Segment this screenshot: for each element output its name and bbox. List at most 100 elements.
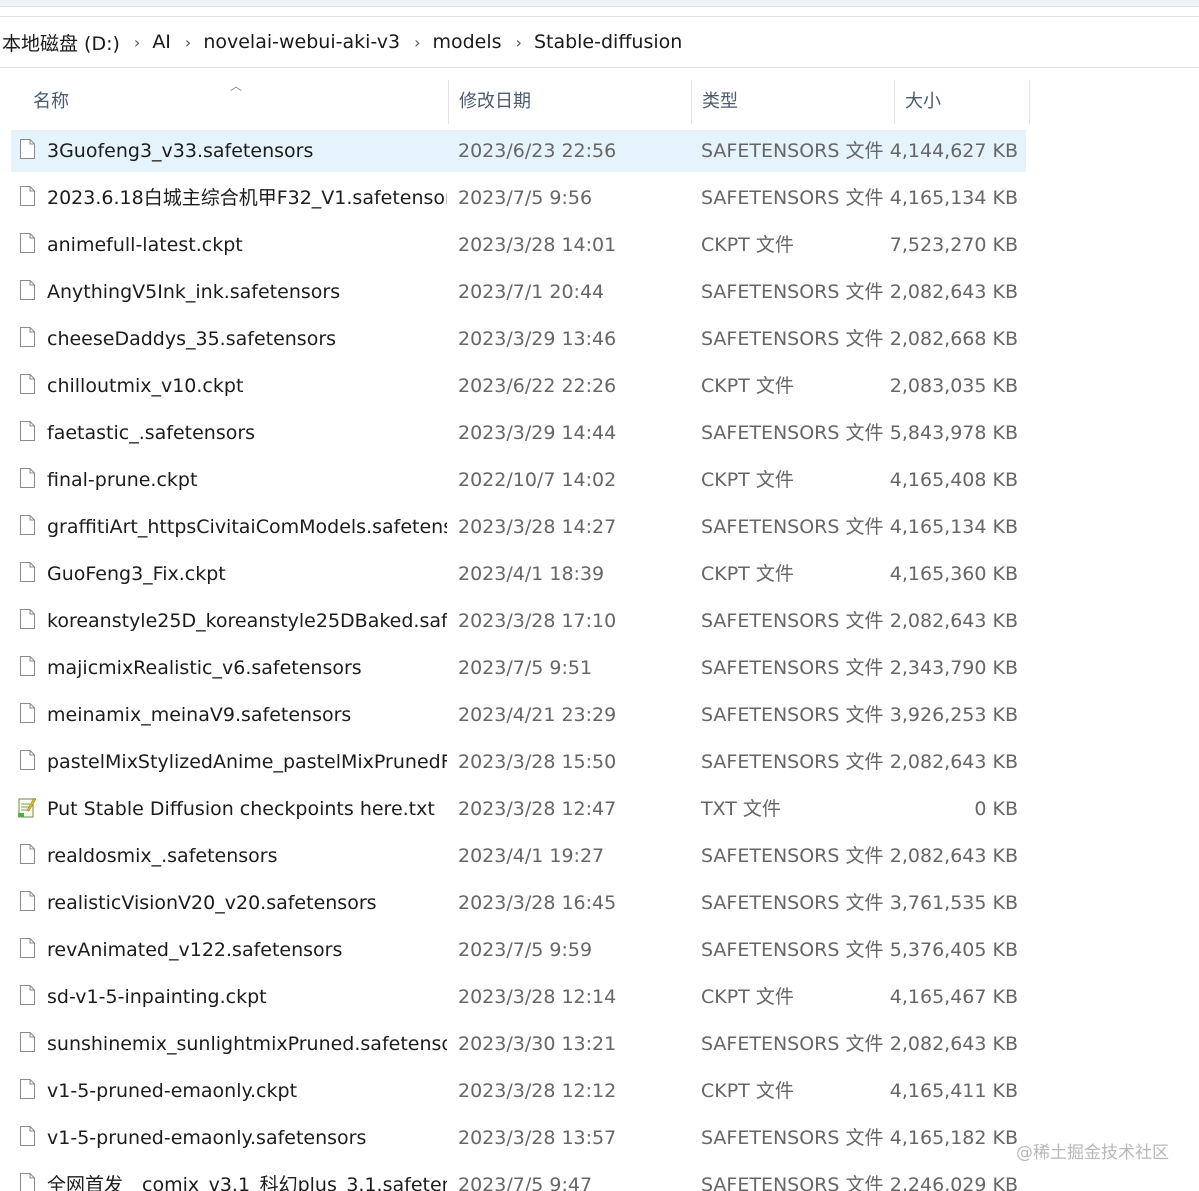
file-modified-date: 2023/4/1 19:27	[458, 845, 605, 867]
window-top-strip	[0, 0, 1199, 7]
file-name: faetastic_.safetensors	[47, 422, 256, 444]
file-row[interactable]: 3Guofeng3_v33.safetensors 2023/6/23 22:56…	[11, 130, 1026, 172]
file-type: SAFETENSORS 文件	[701, 1127, 884, 1149]
file-type: SAFETENSORS 文件	[701, 281, 884, 303]
file-row[interactable]: 全网首发__comix_v3.1_科幻plus_3.1.safetens... 2…	[11, 1164, 1026, 1191]
file-name: cheeseDaddys_35.safetensors	[47, 328, 337, 350]
file-row[interactable]: final-prune.ckpt 2022/10/7 14:02 CKPT 文件 4,…	[11, 459, 1026, 501]
file-row[interactable]: AnythingV5Ink_ink.safetensors 2023/7/1 20…	[11, 271, 1026, 313]
file-name: realdosmix_.safetensors	[47, 845, 278, 867]
file-modified-date: 2023/3/28 16:45	[458, 892, 617, 914]
file-modified-date: 2023/7/5 9:51	[458, 657, 593, 679]
file-icon	[20, 938, 35, 958]
file-modified-date: 2023/3/28 12:12	[458, 1080, 617, 1102]
file-icon	[20, 750, 35, 770]
file-icon	[20, 233, 35, 253]
file-name: Put Stable Diffusion checkpoints here.tx…	[47, 798, 435, 820]
file-size: 4,165,360 KB	[889, 563, 1018, 585]
file-type: SAFETENSORS 文件	[701, 751, 884, 773]
file-name: meinamix_meinaV9.safetensors	[47, 704, 352, 726]
file-modified-date: 2023/4/1 18:39	[458, 563, 605, 585]
file-modified-date: 2023/3/28 17:10	[458, 610, 617, 632]
file-row[interactable]: Put Stable Diffusion checkpoints here.tx…	[11, 788, 1026, 830]
file-size: 7,523,270 KB	[889, 234, 1018, 256]
file-name: chilloutmix_v10.ckpt	[47, 375, 244, 397]
file-icon	[20, 186, 35, 206]
file-row[interactable]: chilloutmix_v10.ckpt 2023/6/22 22:26 CKPT …	[11, 365, 1026, 407]
file-size: 2,343,790 KB	[889, 657, 1018, 679]
file-modified-date: 2023/3/28 15:50	[458, 751, 617, 773]
breadcrumb-separator-icon[interactable]: ›	[504, 33, 532, 52]
file-row[interactable]: sunshinemix_sunlightmixPruned.safetensor…	[11, 1023, 1026, 1065]
file-row[interactable]: animefull-latest.ckpt 2023/3/28 14:01 CKPT…	[11, 224, 1026, 266]
file-icon	[20, 139, 35, 159]
file-size: 2,082,643 KB	[889, 281, 1018, 303]
file-row[interactable]: graffitiArt_httpsCivitaiComModels.safete…	[11, 506, 1026, 548]
file-icon	[20, 1079, 35, 1099]
file-row[interactable]: faetastic_.safetensors 2023/3/29 14:44 SAF…	[11, 412, 1026, 454]
sort-ascending-icon: ︿	[230, 79, 243, 93]
breadcrumb-item[interactable]: AI	[150, 31, 173, 53]
file-modified-date: 2023/7/5 9:47	[458, 1174, 593, 1191]
file-name: graffitiArt_httpsCivitaiComModels.safete…	[47, 516, 447, 538]
file-size: 3,926,253 KB	[889, 704, 1018, 726]
breadcrumb-item[interactable]: models	[430, 31, 503, 53]
file-type: CKPT 文件	[701, 469, 794, 491]
file-row[interactable]: koreanstyle25D_koreanstyle25DBaked.safet…	[11, 600, 1026, 642]
file-name: v1-5-pruned-emaonly.ckpt	[47, 1080, 298, 1102]
file-type: TXT 文件	[701, 798, 781, 820]
file-icon	[20, 374, 35, 394]
file-modified-date: 2023/3/28 13:57	[458, 1127, 617, 1149]
breadcrumb-separator-icon[interactable]: ›	[173, 33, 201, 52]
file-modified-date: 2023/6/22 22:26	[458, 375, 617, 397]
file-row[interactable]: v1-5-pruned-emaonly.safetensors 2023/3/28…	[11, 1117, 1026, 1159]
column-header-size[interactable]: 大小	[895, 80, 1030, 124]
file-row[interactable]: sd-v1-5-inpainting.ckpt 2023/3/28 12:14 CK…	[11, 976, 1026, 1018]
file-row[interactable]: pastelMixStylizedAnime_pastelMixPrunedF.…	[11, 741, 1026, 783]
file-type: CKPT 文件	[701, 1080, 794, 1102]
file-row[interactable]: 2023.6.18白城主综合机甲F32_V1.safetensors 2023/7…	[11, 177, 1026, 219]
file-size: 0 KB	[974, 798, 1018, 820]
breadcrumb[interactable]: 本地磁盘 (D:) › AI › novelai-webui-aki-v3 › models…	[0, 16, 1199, 68]
breadcrumb-item[interactable]: Stable-diffusion	[532, 31, 684, 53]
file-size: 4,165,411 KB	[889, 1080, 1018, 1102]
file-type: SAFETENSORS 文件	[701, 1174, 884, 1191]
file-modified-date: 2023/3/30 13:21	[458, 1033, 617, 1055]
file-name: revAnimated_v122.safetensors	[47, 939, 343, 961]
file-name: majicmixRealistic_v6.safetensors	[47, 657, 362, 679]
file-type: CKPT 文件	[701, 986, 794, 1008]
file-type: SAFETENSORS 文件	[701, 610, 884, 632]
file-icon	[20, 515, 35, 535]
file-name: AnythingV5Ink_ink.safetensors	[47, 281, 341, 303]
breadcrumb-separator-icon[interactable]: ›	[402, 33, 430, 52]
breadcrumb-separator-icon[interactable]: ›	[122, 33, 150, 52]
file-row[interactable]: realisticVisionV20_v20.safetensors 2023/3…	[11, 882, 1026, 924]
file-type: CKPT 文件	[701, 375, 794, 397]
file-row[interactable]: v1-5-pruned-emaonly.ckpt 2023/3/28 12:12 C…	[11, 1070, 1026, 1112]
file-type: SAFETENSORS 文件	[701, 422, 884, 444]
file-row[interactable]: cheeseDaddys_35.safetensors 2023/3/29 13:…	[11, 318, 1026, 360]
file-type: CKPT 文件	[701, 234, 794, 256]
file-row[interactable]: revAnimated_v122.safetensors 2023/7/5 9:5…	[11, 929, 1026, 971]
breadcrumb-item[interactable]: novelai-webui-aki-v3	[201, 31, 402, 53]
file-row[interactable]: GuoFeng3_Fix.ckpt 2023/4/1 18:39 CKPT 文件 4,…	[11, 553, 1026, 595]
file-type: SAFETENSORS 文件	[701, 704, 884, 726]
file-row[interactable]: meinamix_meinaV9.safetensors 2023/4/21 23…	[11, 694, 1026, 736]
file-size: 2,082,643 KB	[889, 845, 1018, 867]
file-size: 5,376,405 KB	[889, 939, 1018, 961]
column-header-type[interactable]: 类型	[692, 80, 895, 124]
file-row[interactable]: majicmixRealistic_v6.safetensors 2023/7/5…	[11, 647, 1026, 689]
file-size: 4,165,408 KB	[889, 469, 1018, 491]
file-size: 4,165,134 KB	[889, 187, 1018, 209]
file-size: 2,246,029 KB	[889, 1174, 1018, 1191]
file-name: 2023.6.18白城主综合机甲F32_V1.safetensors	[47, 187, 447, 209]
file-type: SAFETENSORS 文件	[701, 328, 884, 350]
column-header-date[interactable]: 修改日期	[449, 80, 692, 124]
file-row[interactable]: realdosmix_.safetensors 2023/4/1 19:27 SAF…	[11, 835, 1026, 877]
file-type: SAFETENSORS 文件	[701, 939, 884, 961]
file-icon	[20, 1126, 35, 1146]
file-icon	[20, 468, 35, 488]
file-type: SAFETENSORS 文件	[701, 516, 884, 538]
file-name: koreanstyle25D_koreanstyle25DBaked.safet…	[47, 610, 447, 632]
breadcrumb-item[interactable]: 本地磁盘 (D:)	[0, 29, 122, 56]
